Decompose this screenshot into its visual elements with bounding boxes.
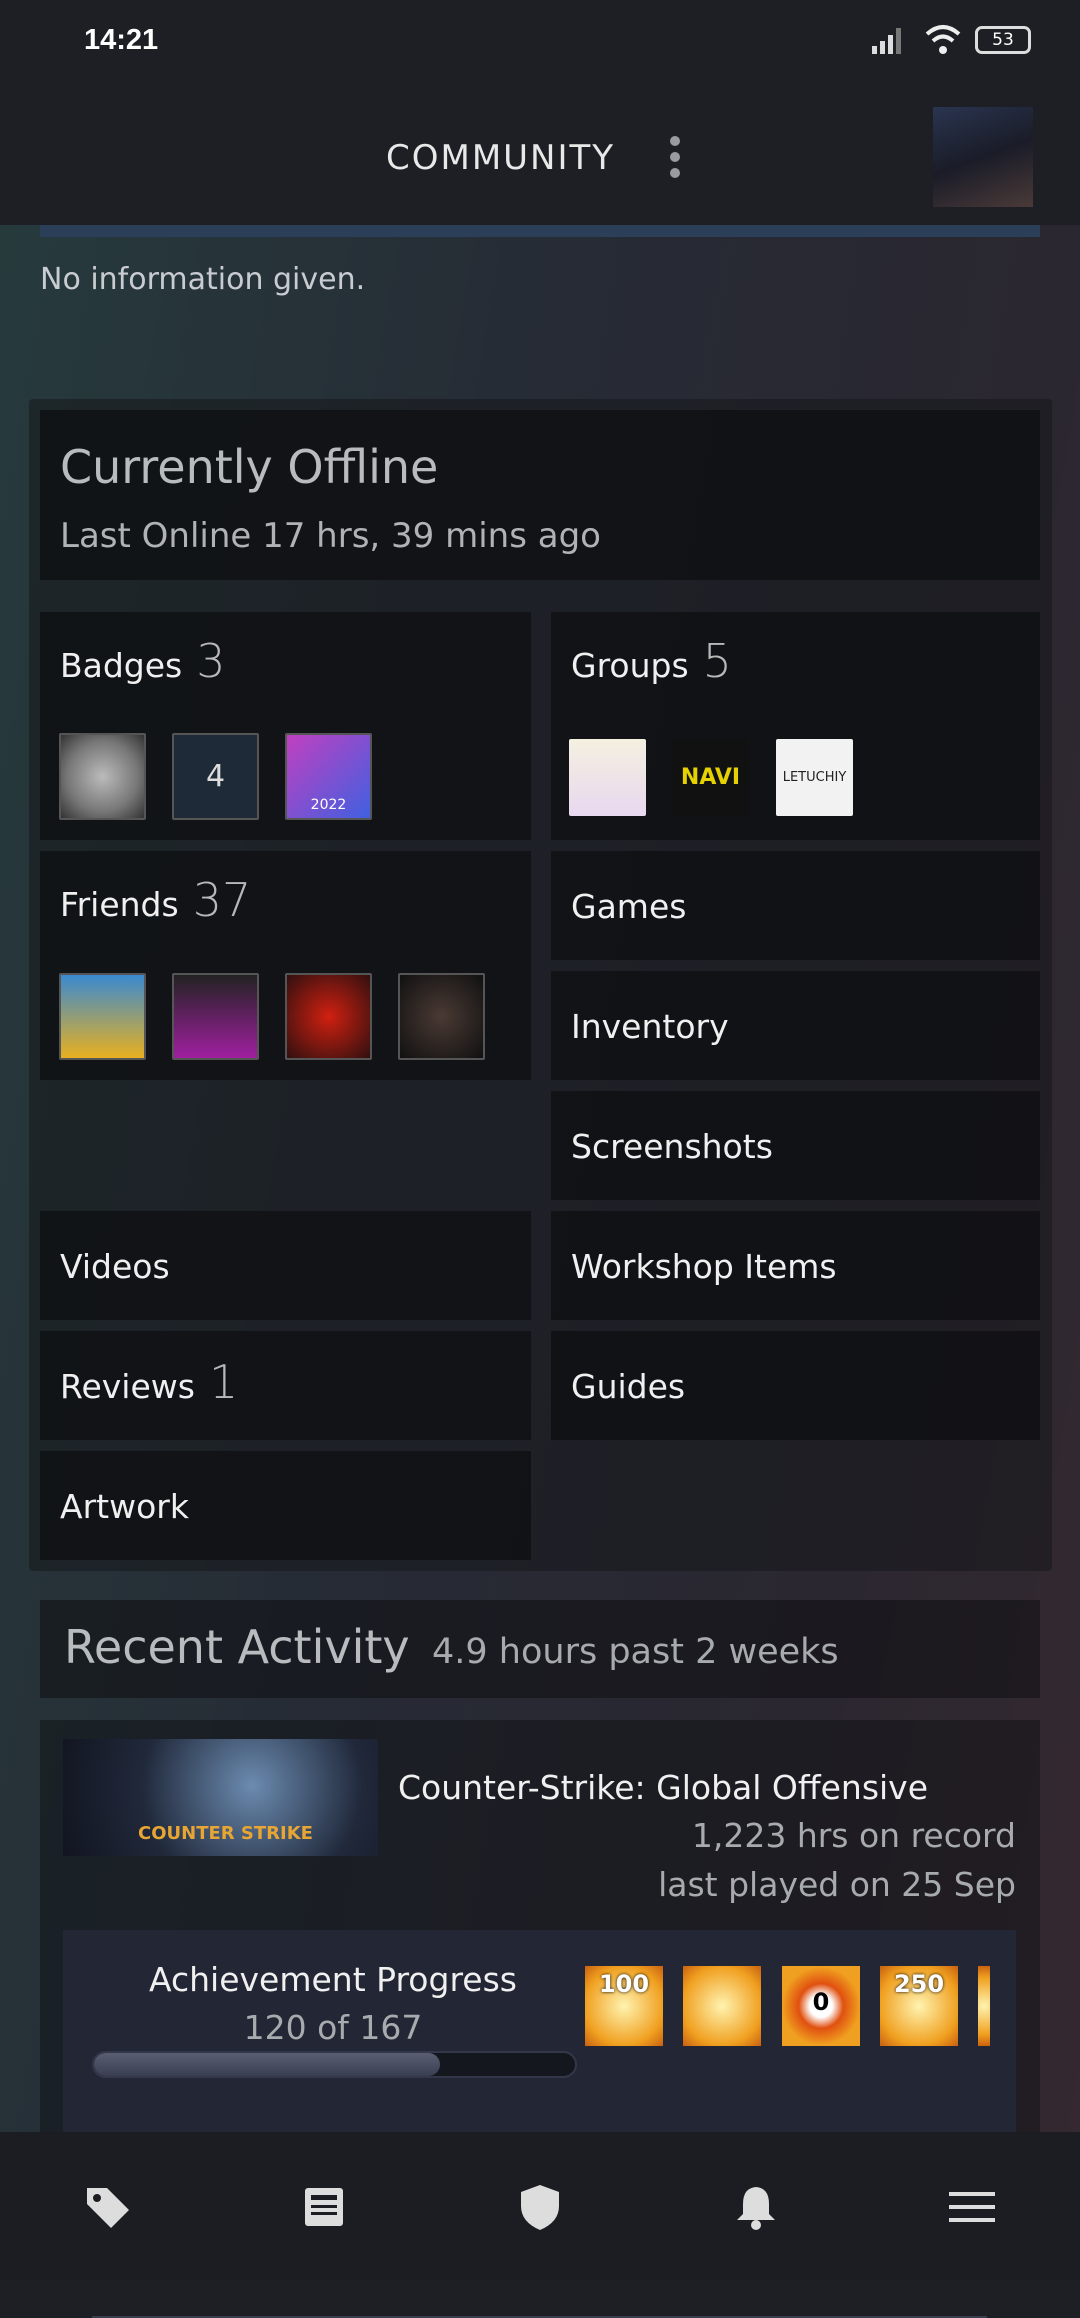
friends-section[interactable]: Friends 37	[40, 851, 531, 1080]
recent-activity-hours: 4.9 hours past 2 weeks	[432, 1632, 839, 1672]
groups-label: Groups	[571, 646, 689, 685]
status-box: Currently Offline Last Online 17 hrs, 39…	[40, 410, 1040, 580]
shield-icon[interactable]	[515, 2182, 565, 2232]
achievement-icon-label: 0	[812, 1988, 830, 2016]
online-status: Currently Offline	[60, 440, 439, 494]
signal-icon	[872, 28, 901, 54]
reviews-count: 1	[208, 1355, 239, 1409]
group-icon[interactable]	[569, 739, 646, 816]
workshop-label: Workshop Items	[571, 1247, 837, 1286]
videos-label: Videos	[60, 1247, 170, 1286]
wifi-icon	[925, 25, 961, 54]
clock: 14:21	[84, 24, 159, 56]
artwork-label: Artwork	[60, 1487, 189, 1526]
workshop-link[interactable]: Workshop Items	[551, 1211, 1040, 1320]
badge-icon[interactable]: 2022	[285, 733, 372, 820]
inventory-label: Inventory	[571, 1007, 729, 1046]
battery-icon: 53	[975, 26, 1031, 54]
recent-activity-title: Recent Activity	[64, 1620, 410, 1674]
friend-avatar[interactable]	[398, 973, 485, 1060]
groups-count: 5	[702, 634, 732, 688]
tag-icon[interactable]	[83, 2182, 133, 2232]
badges-count: 3	[196, 634, 226, 688]
status-bar: 14:21 53	[0, 0, 1080, 80]
group-icon[interactable]: NAVI	[672, 739, 749, 816]
reviews-link[interactable]: Reviews 1	[40, 1331, 531, 1440]
game-name[interactable]: Counter-Strike: Global Offensive	[398, 1768, 928, 1807]
user-avatar[interactable]	[933, 107, 1033, 207]
last-online: Last Online 17 hrs, 39 mins ago	[60, 516, 601, 556]
achievement-icon-label: 250	[893, 1970, 945, 1998]
achievement-icon[interactable]: 0	[782, 1966, 860, 2046]
profile-panel: Currently Offline Last Online 17 hrs, 39…	[29, 399, 1052, 1571]
friend-avatar[interactable]	[285, 973, 372, 1060]
news-icon[interactable]	[299, 2182, 349, 2232]
achievement-progress-fill	[94, 2053, 440, 2076]
games-link[interactable]: Games	[551, 851, 1040, 960]
badges-label: Badges	[60, 646, 183, 685]
achievement-icon[interactable]	[978, 1966, 990, 2046]
videos-link[interactable]: Videos	[40, 1211, 531, 1320]
profile-summary: No information given.	[40, 262, 366, 297]
groups-section[interactable]: Groups 5 NAVI LETUCHIY	[551, 612, 1040, 840]
friend-avatar[interactable]	[172, 973, 259, 1060]
page-title: COMMUNITY	[386, 138, 616, 178]
game-logo: COUNTER STRIKE	[138, 1823, 313, 1844]
game-hours: 1,223 hrs on record	[691, 1816, 1016, 1855]
screenshots-link[interactable]: Screenshots	[551, 1091, 1040, 1200]
inventory-link[interactable]: Inventory	[551, 971, 1040, 1080]
badges-section[interactable]: Badges 3 4 2022	[40, 612, 531, 840]
games-label: Games	[571, 887, 687, 926]
menu-icon[interactable]	[947, 2182, 997, 2232]
game-capsule-image[interactable]: COUNTER STRIKE	[63, 1739, 378, 1856]
guides-label: Guides	[571, 1367, 686, 1406]
friend-avatar[interactable]	[59, 973, 146, 1060]
reviews-label: Reviews	[60, 1367, 195, 1406]
achievement-title: Achievement Progress	[149, 1960, 517, 1999]
achievement-icon[interactable]: 100	[585, 1966, 663, 2046]
recent-activity-header: Recent Activity 4.9 hours past 2 weeks	[40, 1600, 1040, 1698]
friends-count: 37	[192, 873, 252, 927]
badge-icon[interactable]: 4	[172, 733, 259, 820]
artwork-link[interactable]: Artwork	[40, 1451, 531, 1560]
achievement-box[interactable]: Achievement Progress 120 of 167 100 0 25…	[63, 1930, 1016, 2318]
profile-strip	[40, 225, 1040, 237]
bottom-nav	[0, 2132, 1080, 2280]
guides-link[interactable]: Guides	[551, 1331, 1040, 1440]
achievement-icon[interactable]	[683, 1966, 761, 2046]
achievement-count: 120 of 167	[243, 2008, 423, 2047]
friends-label: Friends	[60, 885, 179, 924]
more-vertical-icon[interactable]	[665, 136, 685, 186]
group-icon[interactable]: LETUCHIY	[776, 739, 853, 816]
achievement-icon[interactable]: 250	[880, 1966, 958, 2046]
screenshots-label: Screenshots	[571, 1127, 773, 1166]
badge-icon[interactable]	[59, 733, 146, 820]
game-activity-card: COUNTER STRIKE Counter-Strike: Global Of…	[40, 1720, 1040, 2318]
bell-icon[interactable]	[731, 2182, 781, 2232]
achievement-icon-label: 100	[598, 1970, 650, 1998]
game-last-played: last played on 25 Sep	[658, 1865, 1016, 1904]
achievement-progress-bar	[92, 2051, 577, 2078]
